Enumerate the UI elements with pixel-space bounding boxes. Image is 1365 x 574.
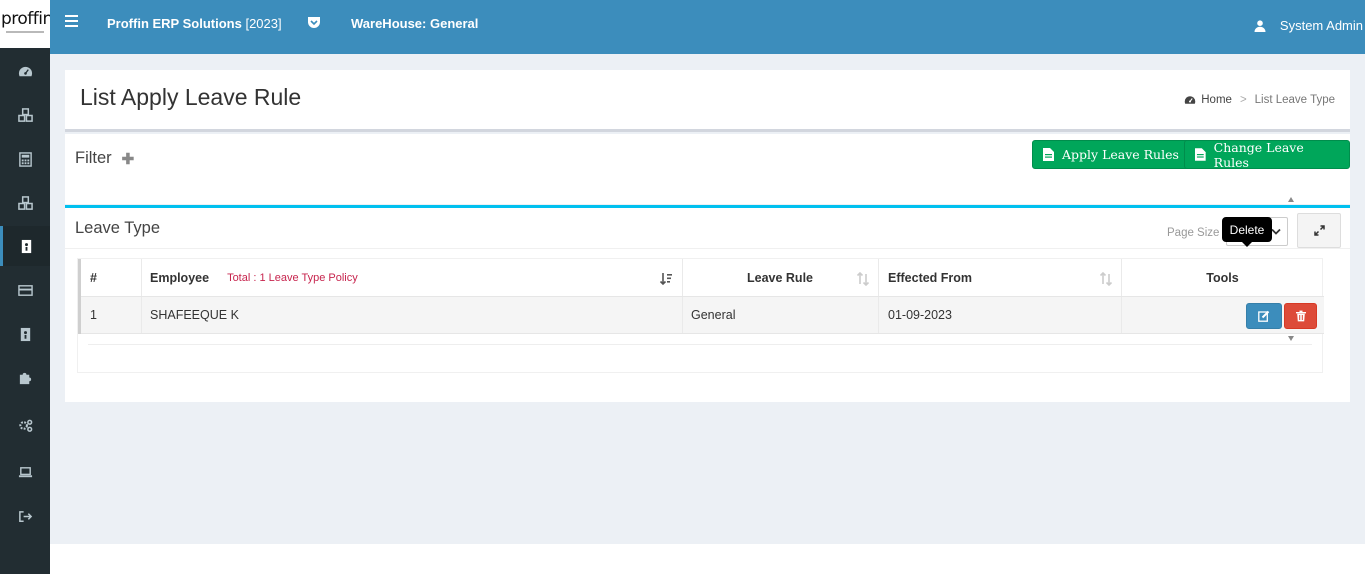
change-leave-rules-label: Change Leave Rules	[1213, 139, 1304, 170]
pocket-icon[interactable]	[307, 16, 321, 29]
page-size-label: Page Size	[1167, 227, 1220, 239]
sidebar-item-employees[interactable]	[0, 314, 50, 354]
col-header-tools: Tools	[1206, 270, 1239, 285]
col-header-effected-from[interactable]: Effected From	[888, 259, 972, 296]
footer	[50, 544, 1365, 574]
expand-button[interactable]	[1297, 213, 1341, 248]
logo[interactable]: proffin	[0, 0, 50, 48]
delete-button[interactable]	[1284, 303, 1317, 329]
cubes-icon	[17, 107, 33, 122]
sidebar-item-payments[interactable]	[0, 270, 50, 310]
sidebar-item-products[interactable]	[0, 183, 50, 223]
laptop-icon	[18, 466, 32, 477]
breadcrumb: Home > List Leave Type	[1184, 94, 1335, 106]
top-navbar: Proffin ERP Solutions [2023] WareHouse: …	[50, 0, 1365, 54]
breadcrumb-home[interactable]: Home	[1201, 94, 1232, 106]
dashboard-icon	[18, 66, 32, 76]
sort-icon[interactable]	[856, 272, 870, 286]
table-header-row: # Employee Total : 1 Leave Type Policy L…	[81, 259, 1324, 297]
page-header: List Apply Leave Rule Home > List Leave …	[65, 70, 1350, 132]
delete-tooltip: Delete	[1222, 217, 1272, 242]
brand-name: Proffin ERP Solutions	[107, 16, 242, 31]
user-icon	[1254, 19, 1266, 32]
sidebar: proffin	[0, 0, 50, 574]
sidebar-item-accounts[interactable]	[0, 139, 50, 179]
expand-icon	[1313, 225, 1325, 236]
edit-button[interactable]	[1246, 303, 1282, 329]
warehouse-selector[interactable]: WareHouse: General	[351, 16, 478, 31]
breadcrumb-separator: >	[1239, 94, 1247, 106]
table-row: 1 SHAFEEQUE K General 01-09-2023	[81, 297, 1324, 334]
leave-type-panel: Leave Type Page Size 500 # Employee Tota…	[65, 205, 1350, 402]
user-name: System Admin	[1279, 18, 1363, 33]
trash-icon	[1295, 310, 1306, 322]
sort-icon[interactable]	[1099, 272, 1113, 286]
logo-text: proffin	[1, 9, 50, 29]
sort-asc-icon[interactable]	[659, 272, 673, 286]
row-leave-rule: General	[691, 308, 736, 322]
id-badge-icon	[20, 327, 30, 341]
table-empty-row	[88, 344, 1312, 345]
calculator-icon	[18, 151, 32, 167]
sidebar-item-logout[interactable]	[0, 496, 50, 536]
col-header-num: #	[90, 270, 97, 285]
brand-year: [2023]	[245, 16, 282, 31]
tooltip-arrow	[1242, 242, 1252, 247]
file-icon	[1043, 148, 1054, 161]
brand-title: Proffin ERP Solutions [2023]	[107, 16, 282, 31]
id-badge-icon	[21, 239, 32, 253]
scroll-up-arrow[interactable]	[1288, 197, 1294, 202]
employee-header-label: Employee	[150, 270, 210, 285]
sidebar-item-inventory[interactable]	[0, 95, 50, 135]
col-header-employee[interactable]: Employee Total : 1 Leave Type Policy	[150, 259, 358, 296]
logo-subtitle	[6, 31, 44, 33]
sidebar-item-hr[interactable]	[0, 226, 50, 266]
sidebar-item-settings[interactable]	[0, 405, 50, 445]
filter-header[interactable]: Filter ✚	[75, 149, 134, 168]
menu-toggle-icon[interactable]	[65, 15, 78, 28]
file-icon	[1195, 148, 1206, 161]
sidebar-item-plugins[interactable]	[0, 357, 50, 397]
edit-icon	[1258, 310, 1270, 322]
row-employee: SHAFEEQUE K	[150, 308, 239, 322]
sign-out-icon	[18, 510, 32, 522]
apply-leave-rules-label: Apply Leave Rules	[1062, 147, 1179, 162]
total-policy-label: Total : 1 Leave Type Policy	[227, 271, 358, 284]
cubes-icon	[17, 195, 33, 210]
user-menu[interactable]: System Admin	[1254, 18, 1363, 33]
cogs-icon	[18, 419, 32, 432]
row-num: 1	[90, 308, 97, 322]
scroll-down-arrow[interactable]	[1288, 336, 1294, 341]
panel-divider	[65, 248, 1350, 249]
breadcrumb-current: List Leave Type	[1254, 94, 1335, 106]
dashboard-icon	[1185, 96, 1196, 104]
plus-icon[interactable]: ✚	[122, 150, 135, 168]
row-effected-from: 01-09-2023	[888, 308, 952, 322]
col-header-leave-rule[interactable]: Leave Rule	[682, 259, 878, 296]
credit-card-icon	[17, 284, 33, 296]
change-leave-rules-button[interactable]: Change Leave Rules	[1184, 139, 1350, 170]
filter-title: Filter	[75, 149, 112, 167]
apply-leave-rules-button[interactable]: Apply Leave Rules	[1032, 140, 1190, 169]
chevron-down-icon	[1271, 228, 1281, 235]
page-title: List Apply Leave Rule	[80, 84, 302, 110]
sidebar-item-system[interactable]	[0, 452, 50, 492]
leave-type-title: Leave Type	[75, 219, 161, 237]
puzzle-icon	[19, 372, 31, 384]
leave-type-table: # Employee Total : 1 Leave Type Policy L…	[77, 258, 1324, 373]
content-wrapper: List Apply Leave Rule Home > List Leave …	[50, 54, 1365, 544]
sidebar-item-dashboard[interactable]	[0, 51, 50, 91]
filter-panel: Filter ✚ Apply Leave Rules Change Leave …	[65, 134, 1350, 204]
